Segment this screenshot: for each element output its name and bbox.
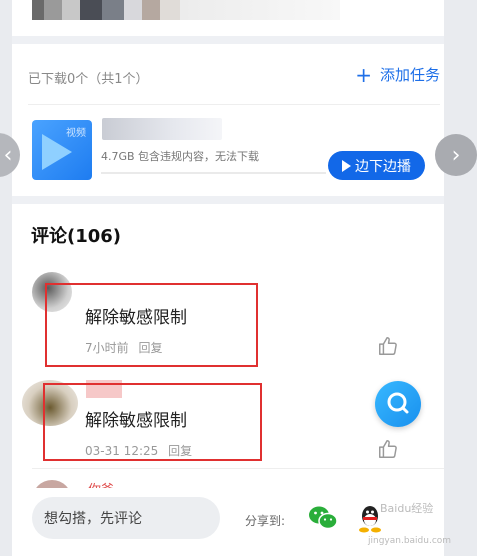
highlight-box: [45, 283, 258, 367]
download-row: 已下载0个（共1个） + 添加任务: [28, 64, 440, 90]
divider: [32, 468, 444, 469]
search-icon: [387, 392, 409, 414]
divider: [28, 104, 440, 105]
watermark: Baidu经验: [380, 502, 434, 515]
file-meta: 4.7GB 包含违规内容，无法下载: [101, 150, 260, 163]
qq-icon[interactable]: [358, 504, 382, 534]
comments-title: 评论(106): [31, 226, 122, 247]
chevron-left-icon: ‹: [3, 142, 13, 168]
play-icon: [342, 159, 351, 172]
play-icon: [42, 134, 72, 170]
stream-play-label: 边下边播: [355, 158, 411, 175]
watermark-url: jingyan.baidu.com: [368, 536, 452, 546]
download-status: 已下载0个（共1个）: [28, 72, 149, 87]
next-button[interactable]: ›: [435, 134, 477, 176]
like-icon[interactable]: [377, 335, 399, 357]
file-progress-line: [101, 172, 326, 174]
highlight-box: [43, 383, 262, 461]
add-task-label: 添加任务: [379, 66, 440, 84]
share-label: 分享到:: [245, 514, 286, 528]
top-blurred-strip: [12, 0, 444, 36]
video-file-thumbnail[interactable]: 视频: [32, 120, 92, 180]
search-button[interactable]: [375, 381, 421, 427]
file-name-blurred: [102, 118, 222, 140]
section-gap: [12, 36, 444, 44]
section-gap: [12, 196, 444, 204]
chevron-right-icon: ›: [451, 142, 461, 168]
wechat-icon[interactable]: [308, 505, 338, 531]
add-task-button[interactable]: + 添加任务: [355, 64, 440, 85]
like-icon[interactable]: [377, 438, 399, 460]
stream-play-button[interactable]: 边下边播: [328, 151, 425, 180]
page: 已下载0个（共1个） + 添加任务 视频 4.7GB 包含违规内容，无法下载 边…: [12, 0, 444, 556]
plus-icon: +: [355, 62, 372, 87]
comment-input[interactable]: 想勾搭，先评论: [32, 497, 220, 539]
